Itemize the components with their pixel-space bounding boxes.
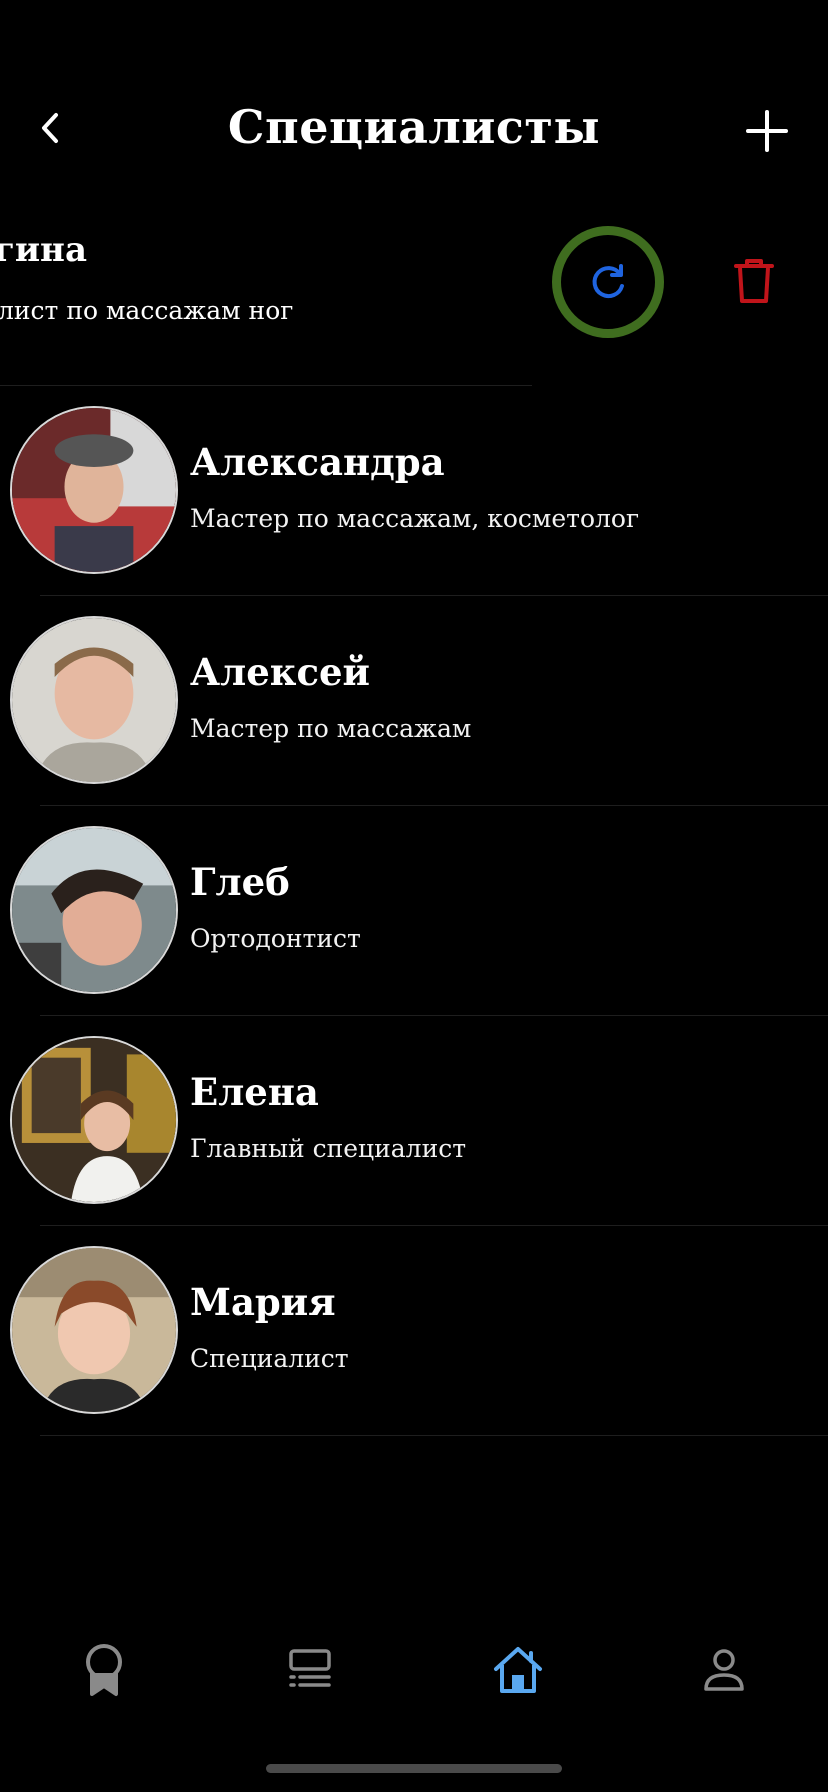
award-icon	[86, 1644, 122, 1696]
add-specialist-button[interactable]	[740, 104, 794, 158]
specialist-name: Глеб	[190, 860, 290, 904]
specialist-role: Главный специалист	[190, 1134, 467, 1163]
avatar	[10, 1036, 178, 1204]
specialist-name: Алексей	[190, 650, 370, 694]
specialist-role: Мастер по массажам	[190, 714, 472, 743]
specialist-role: Ортодонтист	[190, 924, 361, 953]
restore-button[interactable]	[552, 226, 664, 338]
plus-icon	[746, 110, 788, 152]
avatar-photo	[12, 408, 176, 572]
avatar	[10, 826, 178, 994]
home-indicator[interactable]	[266, 1764, 562, 1773]
specialist-role: лист по массажам ног	[0, 296, 294, 325]
refresh-icon	[592, 264, 624, 299]
home-icon	[494, 1647, 542, 1693]
tab-home[interactable]	[478, 1630, 558, 1710]
avatar-photo	[12, 1038, 176, 1202]
list-item[interactable]: Алексей Мастер по массажам	[0, 596, 828, 806]
specialist-name: гина	[0, 230, 87, 270]
list-icon	[289, 1649, 331, 1687]
specialist-name: Елена	[190, 1070, 319, 1114]
profile-icon	[704, 1649, 744, 1691]
specialist-name: Мария	[190, 1280, 336, 1324]
avatar-photo	[12, 1248, 176, 1412]
tab-profile[interactable]	[684, 1630, 764, 1710]
specialist-role: Специалист	[190, 1344, 349, 1373]
delete-button[interactable]	[732, 256, 776, 306]
avatar-photo	[12, 618, 176, 782]
tab-awards[interactable]	[64, 1630, 144, 1710]
list-item[interactable]: Елена Главный специалист	[0, 1016, 828, 1226]
tab-bar	[0, 1630, 828, 1720]
specialist-role: Мастер по массажам, косметолог	[190, 504, 640, 533]
page-title: Специалисты	[227, 100, 601, 154]
avatar	[10, 406, 178, 574]
list-item[interactable]: Александра Мастер по массажам, косметоло…	[0, 386, 828, 596]
avatar	[10, 616, 178, 784]
avatar	[10, 1246, 178, 1414]
specialists-list: Александра Мастер по массажам, косметоло…	[0, 386, 828, 1436]
tab-list[interactable]	[270, 1630, 350, 1710]
divider	[40, 1435, 828, 1436]
trash-icon	[734, 259, 774, 303]
avatar-photo	[12, 828, 176, 992]
list-item[interactable]: Мария Специалист	[0, 1226, 828, 1436]
header: Специалисты	[0, 0, 828, 200]
specialist-name: Александра	[190, 440, 445, 484]
list-item[interactable]: Глеб Ортодонтист	[0, 806, 828, 1016]
